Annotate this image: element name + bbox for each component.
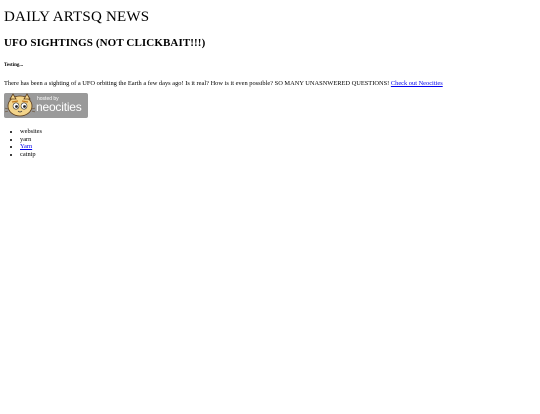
page: DAILY ARTSQ NEWS UFO SIGHTINGS (NOT CLIC… xyxy=(0,9,540,159)
list-item-websites: websites xyxy=(20,128,536,136)
article-text: There has been a sighting of a UFO orbit… xyxy=(4,80,390,87)
neocities-cat-icon xyxy=(4,93,36,117)
yarn-link[interactable]: Yarn xyxy=(20,143,32,150)
neocities-link[interactable]: Check out Neocities xyxy=(391,80,443,87)
site-title: DAILY ARTSQ NEWS xyxy=(4,9,150,25)
hosted-by-neocities-badge[interactable]: hosted by neocities xyxy=(4,93,88,118)
list-item-yarn-link: Yarn xyxy=(20,143,536,151)
links-list: websites yarn Yarn catnip xyxy=(4,128,536,159)
article-subhead: Testing... xyxy=(4,63,24,68)
list-item-yarn: yarn xyxy=(20,136,536,144)
list-item-catnip: catnip xyxy=(20,151,536,159)
article-paragraph: There has been a sighting of a UFO orbit… xyxy=(4,80,536,88)
badge-brand-text: neocities xyxy=(36,100,82,114)
article-headline: UFO SIGHTINGS (NOT CLICKBAIT!!!) xyxy=(4,37,206,49)
